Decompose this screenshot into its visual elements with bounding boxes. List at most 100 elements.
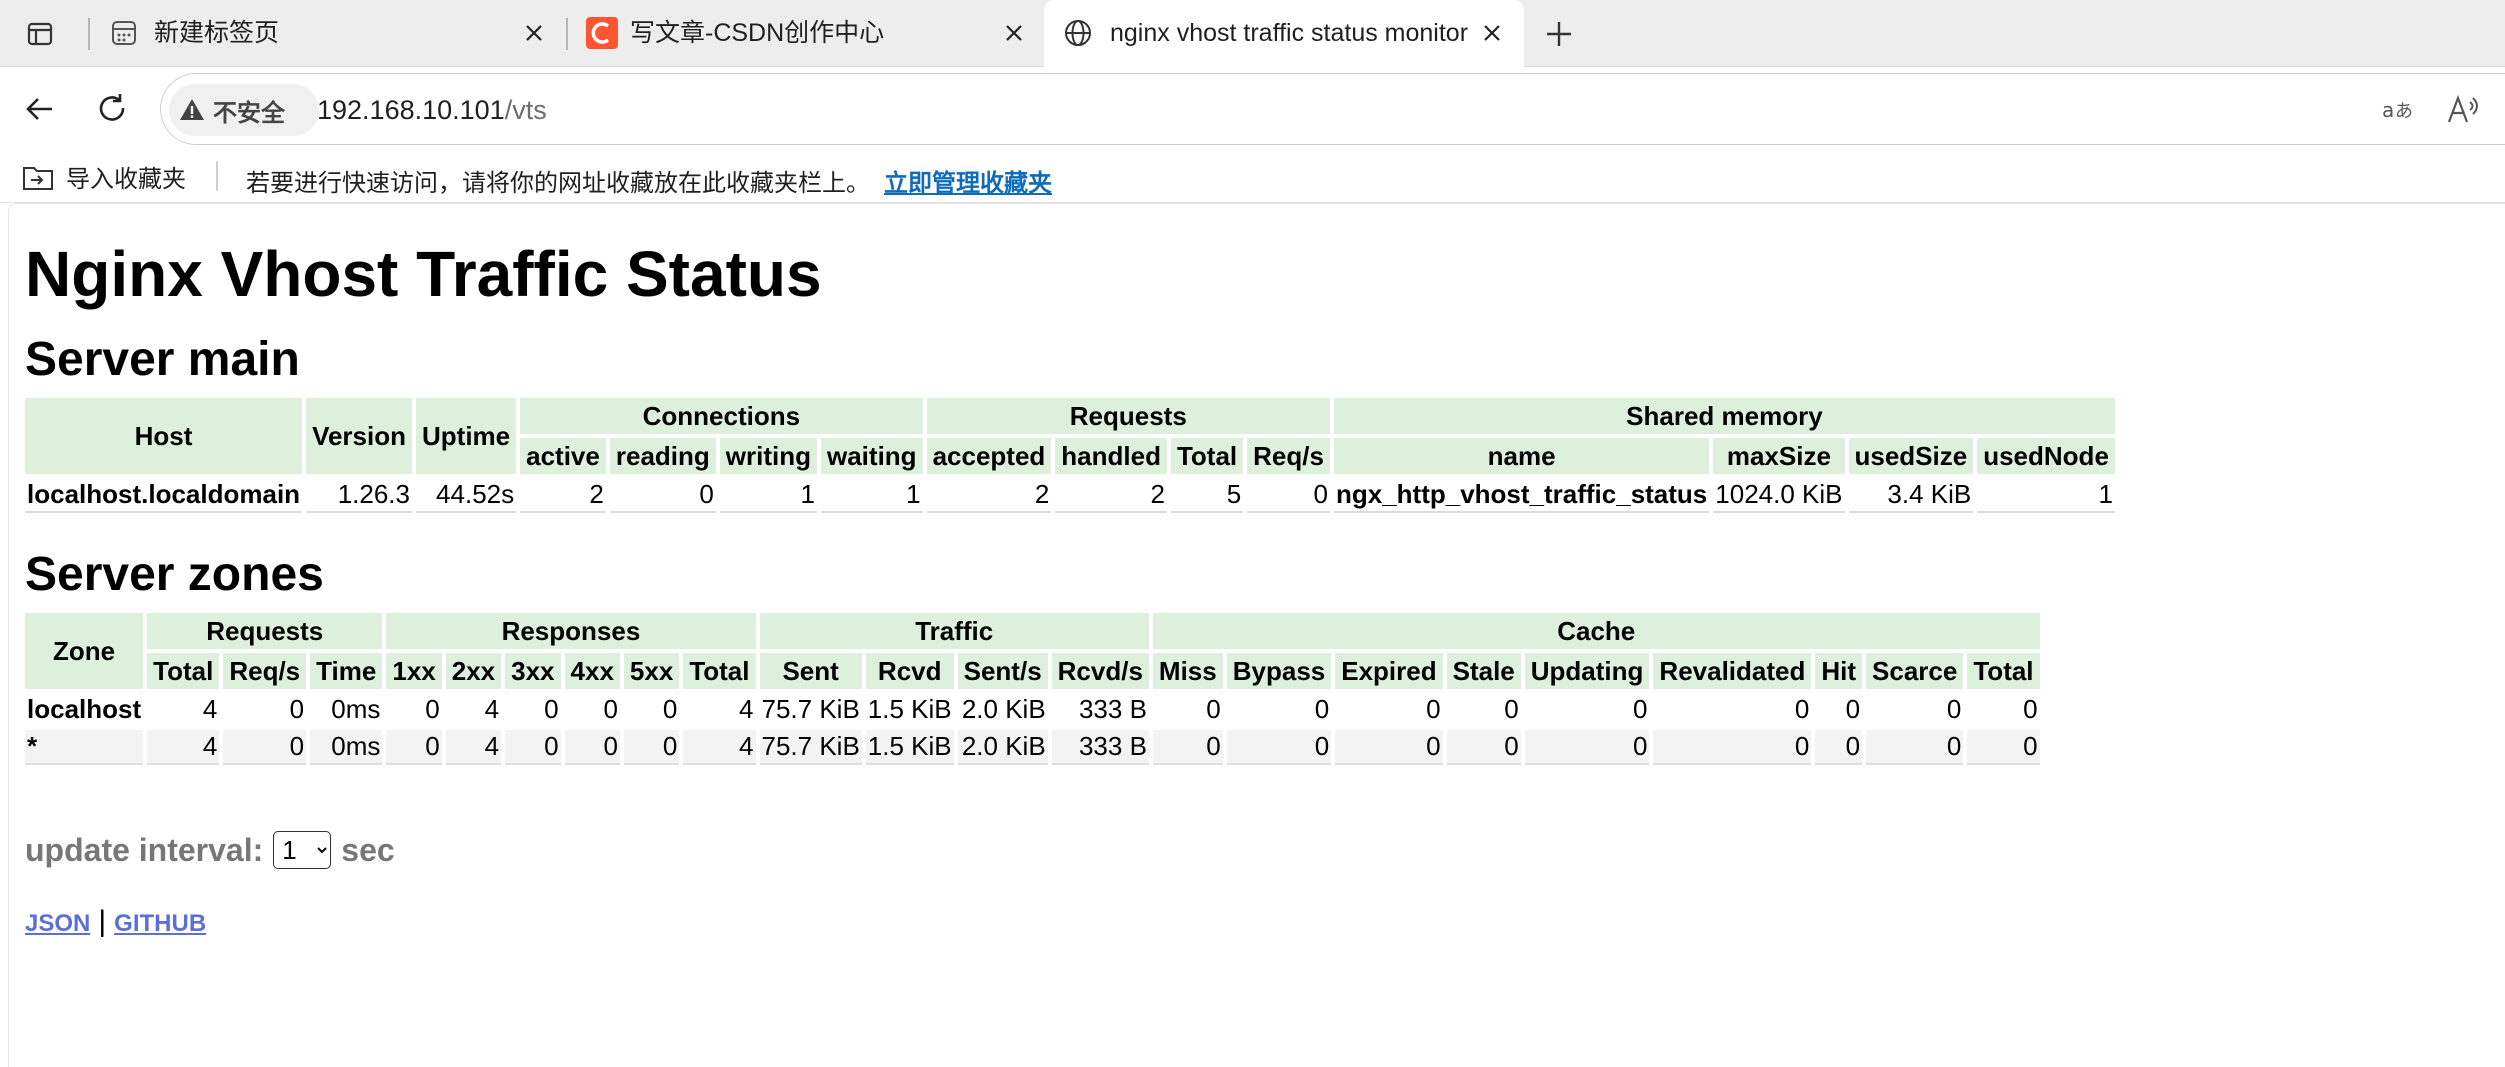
translate-icon: a あ	[2382, 98, 2413, 122]
server-zones-heading: Server zones	[25, 548, 324, 601]
th-time: Time	[310, 653, 383, 689]
refresh-icon	[99, 94, 125, 121]
cell-name: ngx_http_vhost_traffic_status	[1333, 478, 1710, 513]
tab-actions-button[interactable]	[20, 14, 60, 54]
close-tab-button[interactable]	[518, 17, 550, 49]
new-tab-button[interactable]	[1537, 12, 1581, 56]
cell-reading: 0	[609, 478, 716, 513]
page-content: Nginx Vhost Traffic Status Server main H…	[25, 236, 2119, 939]
cell-bypass: 0	[1314, 694, 1330, 724]
cell-total: 5	[1170, 478, 1244, 513]
json-link[interactable]: JSON	[25, 910, 90, 937]
cell-scarce: 0	[1946, 694, 1962, 724]
th-uptime: Uptime	[416, 398, 517, 474]
translate-button[interactable]: a あ	[2381, 92, 2417, 128]
url-text[interactable]: 192.168.10.101/vts	[317, 92, 547, 128]
th-traffic: Traffic	[759, 613, 1149, 649]
tab-bar: 新建标签页 写文章-CSDN创作中心 nginx vhost traffic s…	[0, 0, 2505, 67]
table-row: * 4 0 0ms 0 4 0 0 0 4 75.7 KiB 1.5 KiB 2…	[25, 730, 2040, 765]
globe-icon	[1062, 17, 1094, 49]
tab-title: 写文章-CSDN创作中心	[630, 19, 885, 47]
tab-separator	[566, 18, 568, 50]
cell-total: 4	[147, 730, 220, 765]
refresh-button[interactable]	[90, 87, 134, 131]
cell-revalidated: 0	[1653, 730, 1812, 765]
th-req-s: Req/s	[223, 653, 307, 689]
th-used-node: usedNode	[1977, 438, 2115, 474]
update-interval-label: update interval:	[25, 831, 264, 868]
cell-4xx: 0	[603, 694, 618, 724]
update-interval-select[interactable]: 1	[273, 831, 332, 869]
cell-rcvd-s: 333 B	[1051, 730, 1149, 765]
svg-text:あ: あ	[2395, 101, 2413, 122]
cell-used-node: 1	[1977, 478, 2115, 513]
th-requests: Requests	[926, 398, 1330, 434]
cell-max-size: 1024.0 KiB	[1713, 478, 1845, 513]
cell-updating: 0	[1632, 694, 1648, 724]
tab-csdn[interactable]: 写文章-CSDN创作中心	[566, 0, 1042, 67]
th-rcvd: Rcvd	[865, 653, 954, 689]
page-viewport: Nginx Vhost Traffic Status Server main H…	[8, 203, 2505, 1067]
close-icon	[526, 25, 542, 41]
th-miss: Miss	[1152, 653, 1223, 689]
close-tab-button[interactable]	[1476, 17, 1508, 49]
th-hit: Hit	[1815, 653, 1863, 689]
th-updating: Updating	[1524, 653, 1650, 689]
cell-zone: localhost	[27, 694, 142, 724]
th-sent: Sent	[759, 653, 862, 689]
th-rcvd-s: Rcvd/s	[1051, 653, 1149, 689]
github-link[interactable]: GITHUB	[114, 910, 206, 937]
cell-host: localhost.localdomain	[25, 478, 303, 513]
cell-rcvd: 1.5 KiB	[865, 730, 954, 765]
read-aloud-icon	[2447, 94, 2478, 123]
tab-vts-monitor[interactable]: nginx vhost traffic status monitor	[1044, 0, 1524, 67]
update-interval: update interval: 1 sec	[25, 831, 2119, 869]
cell-updating: 0	[1524, 730, 1650, 765]
back-button[interactable]	[18, 87, 62, 131]
import-favorites-label: 导入收藏夹	[66, 166, 186, 193]
folder-import-icon	[23, 166, 53, 190]
close-tab-button[interactable]	[998, 17, 1030, 49]
cell-handled: 2	[1055, 478, 1167, 513]
table-row: localhost.localdomain 1.26.3 44.52s 2 0 …	[25, 478, 2115, 513]
th-req-s: Req/s	[1247, 438, 1330, 474]
th-version: Version	[306, 398, 412, 474]
tab-new-tab[interactable]: 新建标签页	[88, 0, 560, 67]
cell-used-size: 3.4 KiB	[1848, 478, 1974, 513]
th-5xx: 5xx	[623, 653, 680, 689]
th-scarce: Scarce	[1866, 653, 1964, 689]
arrow-left-icon	[26, 98, 52, 120]
security-label: 不安全	[213, 99, 285, 127]
new-tab-page-icon	[108, 17, 140, 49]
th-1xx: 1xx	[386, 653, 442, 689]
cell-5xx: 0	[662, 694, 678, 724]
th-writing: writing	[719, 438, 817, 474]
server-main-heading: Server main	[25, 333, 300, 386]
cell-time: 0ms	[310, 730, 383, 765]
import-favorites-button[interactable]: 导入收藏夹	[22, 159, 186, 194]
tab-separator	[88, 18, 90, 50]
cell-total: 4	[202, 694, 218, 724]
th-3xx: 3xx	[505, 653, 561, 689]
cell-writing: 1	[719, 478, 817, 513]
th-bypass: Bypass	[1226, 653, 1332, 689]
th-expired: Expired	[1335, 653, 1443, 689]
cell-miss: 0	[1206, 694, 1221, 724]
tab-title: 新建标签页	[154, 19, 280, 47]
th-waiting: waiting	[821, 438, 923, 474]
security-indicator[interactable]: 不安全	[179, 90, 285, 130]
cell-bypass: 0	[1226, 730, 1332, 765]
cell-miss: 0	[1152, 730, 1223, 765]
url-path: /vts	[504, 95, 547, 125]
cell-2xx: 4	[445, 730, 502, 765]
th-active: active	[520, 438, 606, 474]
address-bar[interactable]: 不安全 192.168.10.101/vts a あ	[160, 73, 2505, 145]
read-aloud-button[interactable]	[2445, 92, 2481, 128]
cell-cache-total: 0	[2023, 694, 2038, 724]
th-stale: Stale	[1446, 653, 1521, 689]
cell-1xx: 0	[386, 730, 442, 765]
cell-2xx: 4	[484, 694, 500, 724]
cell-1xx: 0	[425, 694, 440, 724]
cell-req-s: 0	[289, 694, 305, 724]
manage-favorites-link[interactable]: 立即管理收藏夹	[884, 163, 1052, 198]
